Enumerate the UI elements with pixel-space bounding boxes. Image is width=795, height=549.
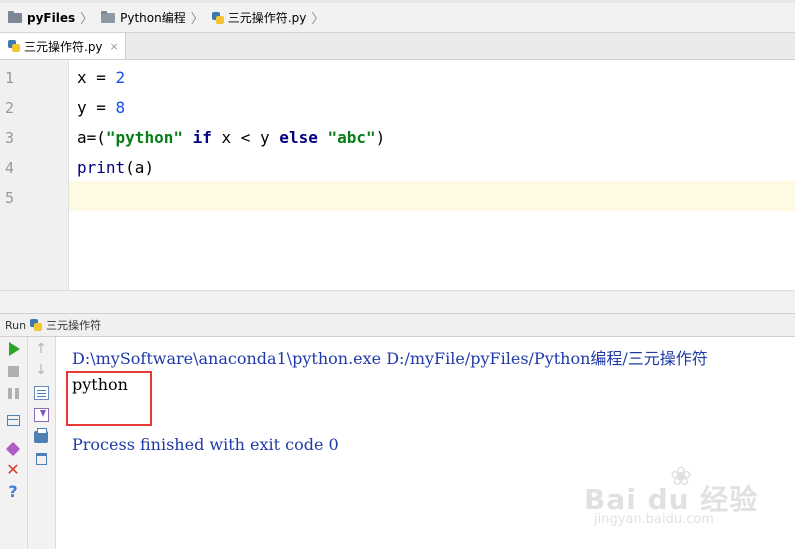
code-token: = [86, 68, 116, 87]
code-line-1: x = 2 [77, 68, 125, 87]
breadcrumb-label: 三元操作符.py [227, 11, 307, 25]
baidu-watermark: ❀ Bai du 经验 jingyan.baidu.com [584, 462, 784, 532]
arrow-up-icon: ↑ [35, 341, 47, 357]
chevron-right-icon: 〉 [80, 12, 94, 27]
arrow-down-icon: ↓ [35, 362, 47, 378]
code-token: print [77, 158, 126, 177]
soft-wrap-button[interactable] [32, 384, 50, 402]
line-number-gutter: 1 2 3 4 5 [0, 60, 69, 290]
run-toolbar-secondary: ↑ ↓ [28, 337, 56, 549]
run-toolbar-primary: ✕ ? [0, 337, 28, 549]
down-stack-button[interactable]: ↓ [32, 361, 50, 379]
layout-icon [6, 414, 20, 426]
output-highlight-box [66, 371, 152, 426]
print-button[interactable] [32, 428, 50, 446]
pause-icon [7, 387, 19, 399]
code-line-3: a=("python" if x < y else "abc") [77, 128, 385, 147]
breadcrumb-label: pyFiles [27, 10, 76, 25]
line-number: 2 [5, 99, 15, 117]
code-token: y [77, 98, 87, 117]
close-run-button[interactable]: ✕ [4, 461, 22, 479]
stop-icon [7, 365, 19, 377]
code-token: 8 [115, 98, 126, 117]
printer-icon [34, 428, 48, 443]
code-token: a=( [77, 128, 106, 147]
close-icon[interactable]: × [110, 40, 119, 53]
scroll-to-end-icon [33, 408, 49, 422]
code-token: x < y [221, 128, 270, 147]
code-editor[interactable]: 1 2 3 4 5 x = 2 y = 8 a=("python" if x <… [0, 60, 795, 290]
trash-icon [35, 453, 47, 465]
soft-wrap-icon [33, 386, 49, 400]
stop-button[interactable] [4, 362, 22, 380]
package-folder-icon [101, 10, 116, 23]
line-number: 1 [5, 69, 15, 87]
editor-tab-bar: 三元操作符.py × [0, 33, 795, 60]
code-token: "python" [105, 128, 183, 147]
editor-horizontal-scrollbar[interactable] [0, 290, 795, 314]
pin-icon [5, 441, 21, 457]
folder-icon [8, 10, 22, 23]
code-token: "abc" [327, 128, 376, 147]
help-icon: ? [8, 482, 18, 501]
code-token: else [269, 128, 328, 147]
code-token: ) [375, 128, 386, 147]
scroll-to-end-button[interactable] [32, 406, 50, 424]
console-command-line: D:\mySoftware\anaconda1\python.exe D:/my… [72, 349, 708, 368]
run-label: Run [5, 318, 27, 332]
clear-all-button[interactable] [32, 450, 50, 468]
code-token: 2 [115, 68, 126, 87]
chevron-right-icon: 〉 [311, 12, 325, 27]
help-button[interactable]: ? [4, 483, 22, 501]
python-file-icon [30, 319, 43, 331]
play-icon [8, 342, 20, 356]
breadcrumb-item-python[interactable]: Python编程 〉 [93, 3, 204, 32]
tab-file[interactable]: 三元操作符.py × [0, 33, 126, 59]
python-file-icon [211, 11, 224, 24]
code-token: x [77, 68, 87, 87]
console-exit-message: Process finished with exit code 0 [72, 435, 339, 454]
run-config-name[interactable]: 三元操作符 [46, 317, 101, 333]
breadcrumb: pyFiles 〉 Python编程 〉 三元操作符.py 〉 [0, 3, 795, 33]
pause-button[interactable] [4, 384, 22, 402]
code-token: (a) [125, 158, 155, 177]
chevron-right-icon: 〉 [190, 12, 204, 27]
run-panel-header: Run 三元操作符 [0, 314, 795, 337]
breadcrumb-item-file[interactable]: 三元操作符.py 〉 [204, 3, 325, 32]
tab-label: 三元操作符.py [24, 39, 103, 54]
watermark-url: jingyan.baidu.com [594, 512, 714, 527]
breadcrumb-label: Python编程 [120, 11, 186, 25]
pin-tab-button[interactable] [4, 440, 22, 458]
code-line-2: y = 8 [77, 98, 125, 117]
close-icon: ✕ [6, 460, 20, 479]
breadcrumb-item-pyfiles[interactable]: pyFiles 〉 [0, 3, 93, 32]
line-number: 4 [5, 159, 15, 177]
line-number: 5 [5, 189, 15, 207]
up-stack-button[interactable]: ↑ [32, 340, 50, 358]
rerun-button[interactable] [5, 340, 23, 358]
code-line-4: print(a) [77, 158, 154, 177]
current-line-highlight [69, 181, 795, 211]
line-number: 3 [5, 129, 15, 147]
code-token: if [182, 128, 222, 147]
python-file-icon [8, 40, 20, 52]
code-token: = [86, 98, 116, 117]
restore-layout-button[interactable] [4, 411, 22, 429]
